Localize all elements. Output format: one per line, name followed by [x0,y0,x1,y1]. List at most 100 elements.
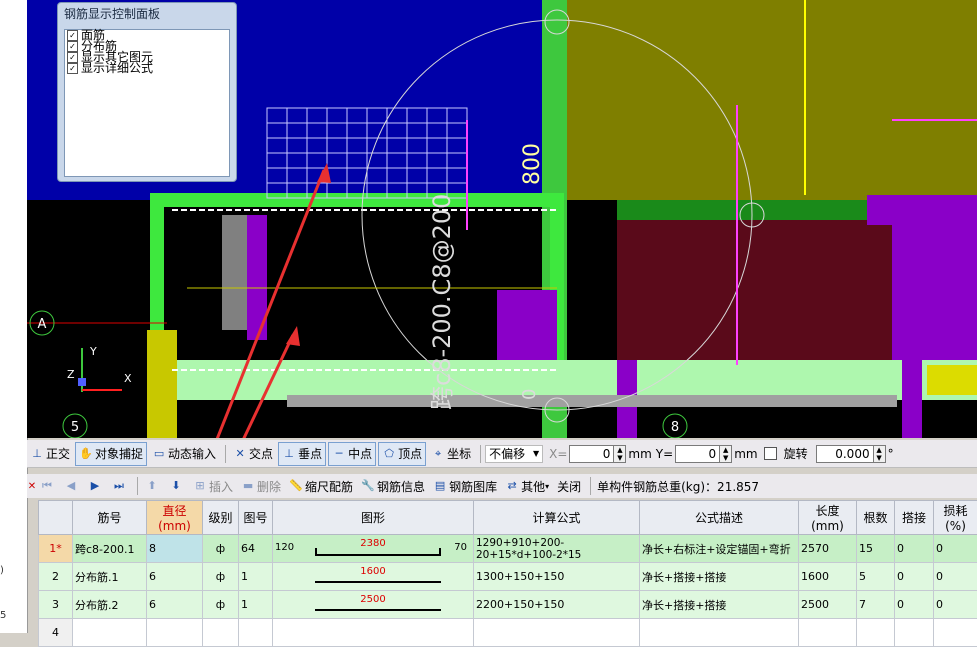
cell-name[interactable]: 分布筋.2 [73,591,147,619]
cell-lap[interactable]: 0 [895,563,934,591]
rotate-input[interactable]: 0.000 [816,445,874,463]
intersection-snap-button[interactable]: ✕交点 [230,443,276,465]
cell-length[interactable]: 1600 [799,563,857,591]
row-number[interactable]: 2 [39,563,73,591]
row-number[interactable]: 1* [39,535,73,563]
col-header[interactable]: 筋号 [73,501,147,535]
first-record-button[interactable]: ⏮ [37,475,59,497]
col-header[interactable]: 根数 [857,501,895,535]
cell-description[interactable]: 净长+右标注+设定锚固+弯折 [640,535,799,563]
table-row[interactable]: 1* 跨c8-200.1 8 ф 64 120238070 1290+910+2… [39,535,977,563]
close-panel-button[interactable]: 关闭 [554,475,584,497]
cad-viewport[interactable]: A 5 8 800 跨c8-200.C8@200 0 Y Z X 钢筋显示控制面… [27,0,977,438]
cell-description[interactable]: 净长+搭接+搭接 [640,591,799,619]
cell-shape[interactable]: 1600 [273,563,474,591]
delete-button[interactable]: ▬删除 [238,475,284,497]
cell-description[interactable]: 净长+搭接+搭接 [640,563,799,591]
input-icon: ▭ [152,447,166,461]
next-record-button[interactable]: ▶ [85,475,107,497]
cell-formula[interactable]: 1300+150+150 [474,563,640,591]
table-row[interactable]: 2 分布筋.1 6 ф 1 1600 1300+150+150 净长+搭接+搭接… [39,563,977,591]
rebar-library-button[interactable]: ▤钢筋图库 [430,475,500,497]
row-number[interactable]: 3 [39,591,73,619]
cell-figure-no[interactable]: 1 [239,563,273,591]
cell-lap[interactable]: 0 [895,535,934,563]
move-up-button[interactable]: ⬆ [142,475,164,497]
cell-length[interactable]: 2570 [799,535,857,563]
vertex-snap-button[interactable]: ⬠顶点 [378,442,426,466]
rotate-spinner[interactable]: ▲▼ [874,445,886,463]
cell-grade[interactable]: ф [203,535,239,563]
cell-count[interactable]: 15 [857,535,895,563]
table-row[interactable]: 3 分布筋.2 6 ф 1 2500 2200+150+150 净长+搭接+搭接… [39,591,977,619]
cell-shape[interactable]: 2500 [273,591,474,619]
cell-name[interactable]: 分布筋.1 [73,563,147,591]
rebar-display-control-panel[interactable]: 钢筋显示控制面板 ✓面筋 ✓分布筋 ✓显示其它图元 ✓显示详细公式 [57,2,237,182]
perpendicular-snap-button[interactable]: ⊥垂点 [278,442,326,466]
purple-element [497,290,557,365]
y-spinner[interactable]: ▲▼ [720,445,732,463]
cell-loss[interactable]: 0 [934,591,977,619]
midpoint-snap-button[interactable]: ─中点 [328,442,376,466]
col-header[interactable]: 直径(mm) [147,501,203,535]
dynamic-input-button[interactable]: ▭动态输入 [149,443,219,465]
checkbox[interactable]: ✓ [67,30,78,41]
cell-length[interactable]: 2500 [799,591,857,619]
offset-select[interactable]: 不偏移▼ [485,445,543,463]
axis-label: 5 [71,420,79,435]
strip-mark: ) [0,565,4,576]
cell-count[interactable]: 5 [857,563,895,591]
last-record-button[interactable]: ⏭ [109,475,131,497]
col-header[interactable]: 图形 [273,501,474,535]
cell-figure-no[interactable]: 64 [239,535,273,563]
cell-loss[interactable]: 0 [934,535,977,563]
x-input[interactable]: 0 [569,445,614,463]
col-header[interactable]: 公式描述 [640,501,799,535]
object-snap-button[interactable]: ✋对象捕捉 [75,442,147,466]
cell-name[interactable]: 跨c8-200.1 [73,535,147,563]
gray-element [222,215,247,330]
checkbox[interactable]: ✓ [67,41,78,52]
col-header[interactable]: 搭接 [895,501,934,535]
y-unit: mm [734,447,757,461]
cell-formula[interactable]: 2200+150+150 [474,591,640,619]
checkbox[interactable]: ✓ [67,52,78,63]
col-header[interactable]: 图号 [239,501,273,535]
move-down-button[interactable]: ⬇ [166,475,188,497]
x-spinner[interactable]: ▲▼ [614,445,626,463]
col-header[interactable]: 计算公式 [474,501,640,535]
cell-grade[interactable]: ф [203,591,239,619]
col-header[interactable]: 损耗(%) [934,501,977,535]
prev-record-button[interactable]: ◀ [61,475,83,497]
chevron-down-icon: ▼ [533,449,539,458]
col-header[interactable]: 长度(mm) [799,501,857,535]
y-input[interactable]: 0 [675,445,720,463]
checkbox[interactable]: ✓ [67,63,78,74]
perpendicular-icon: ⊥ [282,447,296,461]
ortho-button[interactable]: ⊥正交 [27,443,73,465]
cell-lap[interactable]: 0 [895,591,934,619]
cell-grade[interactable]: ф [203,563,239,591]
panel-options: ✓面筋 ✓分布筋 ✓显示其它图元 ✓显示详细公式 [64,29,230,177]
cell-diameter[interactable]: 8 [147,535,203,563]
separator [480,445,481,463]
rebar-label[interactable]: 跨c8-200.C8@200 [428,194,456,410]
cell-formula[interactable]: 1290+910+200-20+15*d+100-2*15 [474,535,640,563]
scale-rebar-button[interactable]: 📏缩尺配筋 [286,475,356,497]
rebar-info-button[interactable]: 🔧钢筋信息 [358,475,428,497]
option-show-detailed-formula[interactable]: ✓显示详细公式 [67,63,229,74]
other-menu-button[interactable]: ⇄其他▾ [502,475,552,497]
yellow-element [147,330,177,438]
insert-button[interactable]: ⊞插入 [190,475,236,497]
y-label: Y= [656,447,673,461]
cell-figure-no[interactable]: 1 [239,591,273,619]
cell-diameter[interactable]: 6 [147,591,203,619]
col-header[interactable]: 级别 [203,501,239,535]
cell-shape[interactable]: 120238070 [273,535,474,563]
rotate-checkbox[interactable] [764,447,777,460]
cell-diameter[interactable]: 6 [147,563,203,591]
close-icon[interactable]: ✕ [27,481,37,492]
cell-count[interactable]: 7 [857,591,895,619]
cell-loss[interactable]: 0 [934,563,977,591]
coordinate-snap-button[interactable]: ⌖坐标 [428,443,474,465]
